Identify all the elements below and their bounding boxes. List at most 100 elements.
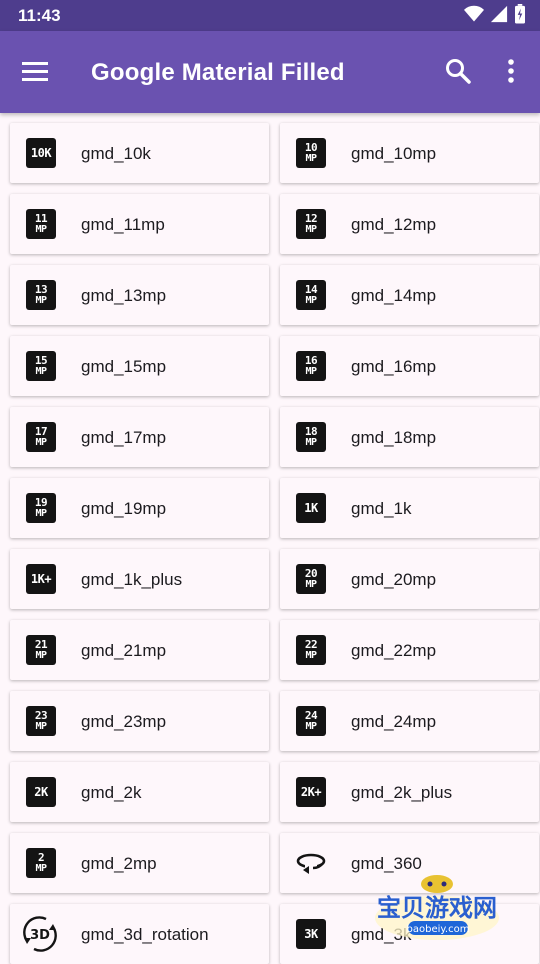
badge-bottom-text: MP [305,437,317,448]
badge-glyph: 2 MP [26,848,56,878]
badge-top-text: 1K [304,501,318,515]
10k-icon: 10K [25,137,57,169]
badge-bottom-text: MP [305,295,317,306]
icon-card-gmd-3d-rotation[interactable]: 3D gmd_3d_rotation [10,904,269,964]
badge-glyph: 3K [296,919,326,949]
wifi-icon [464,5,484,22]
badge-top-text: 2 [37,851,45,864]
icon-card-gmd-22mp[interactable]: 22 MP gmd_22mp [280,620,539,680]
icon-card-gmd-21mp[interactable]: 21 MP gmd_21mp [10,620,269,680]
icon-card-gmd-20mp[interactable]: 20 MP gmd_20mp [280,549,539,609]
badge-glyph: 16 MP [296,351,326,381]
badge-top-text: 10 [304,141,318,154]
15mp-icon: 15 MP [25,350,57,382]
badge-bottom-text: MP [305,650,317,661]
3k-icon: 3K [295,918,327,950]
menu-icon[interactable] [20,57,50,87]
icon-card-gmd-2k-plus[interactable]: 2K+ gmd_2k_plus [280,762,539,822]
icon-card-gmd-2k[interactable]: 2K gmd_2k [10,762,269,822]
icon-card-gmd-1k[interactable]: 1K gmd_1k [280,478,539,538]
badge-glyph: 2K [26,777,56,807]
icon-card-label: gmd_21mp [81,641,167,660]
12mp-icon: 12 MP [295,208,327,240]
badge-bottom-text: MP [305,366,317,377]
badge-bottom-text: MP [35,295,47,306]
icon-card-label: gmd_11mp [81,215,165,234]
icon-card-gmd-19mp[interactable]: 19 MP gmd_19mp [10,478,269,538]
icon-card-label: gmd_3d_rotation [81,925,209,944]
badge-bottom-text: MP [305,579,317,590]
search-icon[interactable] [443,56,473,86]
badge-bottom-text: MP [305,224,317,235]
10mp-icon: 10 MP [295,137,327,169]
badge-glyph: 12 MP [296,209,326,239]
2mp-icon: 2 MP [25,847,57,879]
badge-top-text: 19 [34,496,48,509]
icon-card-gmd-10mp[interactable]: 10 MP gmd_10mp [280,123,539,183]
22mp-icon: 22 MP [295,634,327,666]
badge-bottom-text: MP [35,721,47,732]
badge-bottom-text: MP [35,650,47,661]
icon-card-gmd-23mp[interactable]: 23 MP gmd_23mp [10,691,269,751]
icon-card-label: gmd_2k_plus [351,783,453,802]
badge-glyph: 1K [296,493,326,523]
badge-glyph: 23 MP [26,706,56,736]
badge-glyph: 24 MP [296,706,326,736]
icon-card-gmd-16mp[interactable]: 16 MP gmd_16mp [280,336,539,396]
1k-plus-icon: 1K+ [25,563,57,595]
icon-card-label: gmd_20mp [351,570,437,589]
2k-plus-icon: 2K+ [295,776,327,808]
badge-glyph: 10K [26,138,56,168]
badge-top-text: 17 [34,425,48,438]
icon-card-gmd-11mp[interactable]: 11 MP gmd_11mp [10,194,269,254]
badge-bottom-text: MP [305,153,317,164]
icon-card-gmd-2mp[interactable]: 2 MP gmd_2mp [10,833,269,893]
icon-card-gmd-10k[interactable]: 10K gmd_10k [10,123,269,183]
icon-card-label: gmd_22mp [351,641,437,660]
icon-card-label: gmd_17mp [81,428,167,447]
icon-card-label: gmd_2k [81,783,142,802]
13mp-icon: 13 MP [25,279,57,311]
badge-glyph: 18 MP [296,422,326,452]
icon-card-label: gmd_14mp [351,286,437,305]
icon-card-label: gmd_10mp [351,144,437,163]
badge-top-text: 21 [34,638,48,651]
icon-card-gmd-24mp[interactable]: 24 MP gmd_24mp [280,691,539,751]
badge-top-text: 13 [34,283,48,296]
icon-card-gmd-17mp[interactable]: 17 MP gmd_17mp [10,407,269,467]
icon-card-label: gmd_24mp [351,712,437,731]
icon-card-gmd-18mp[interactable]: 18 MP gmd_18mp [280,407,539,467]
24mp-icon: 24 MP [295,705,327,737]
badge-top-text: 2K+ [300,785,322,799]
19mp-icon: 19 MP [25,492,57,524]
icon-card-gmd-15mp[interactable]: 15 MP gmd_15mp [10,336,269,396]
badge-glyph: 21 MP [26,635,56,665]
20mp-icon: 20 MP [295,563,327,595]
badge-bottom-text: MP [305,721,317,732]
badge-glyph: 2K+ [296,777,326,807]
16mp-icon: 16 MP [295,350,327,382]
more-vert-icon[interactable] [498,56,524,86]
badge-top-text: 24 [304,709,318,722]
3d-text: 3D [30,928,50,943]
2k-icon: 2K [25,776,57,808]
icon-card-gmd-1k-plus[interactable]: 1K+ gmd_1k_plus [10,549,269,609]
watermark-logo: 宝贝游戏网 baobeiy.com [375,875,499,940]
icon-card-gmd-12mp[interactable]: 12 MP gmd_12mp [280,194,539,254]
watermark-text: 宝贝游戏网 [377,894,497,922]
badge-top-text: 3K [304,927,318,941]
icon-card-label: gmd_10k [81,144,151,163]
badge-glyph: 22 MP [296,635,326,665]
360-rotation-icon [295,847,327,879]
badge-glyph: 10 MP [296,138,326,168]
badge-glyph: 1K+ [26,564,56,594]
badge-bottom-text: MP [35,863,47,874]
badge-glyph: 11 MP [26,209,56,239]
badge-top-text: 15 [34,354,48,367]
icon-card-gmd-13mp[interactable]: 13 MP gmd_13mp [10,265,269,325]
icon-card-gmd-14mp[interactable]: 14 MP gmd_14mp [280,265,539,325]
11mp-icon: 11 MP [25,208,57,240]
badge-top-text: 14 [304,283,318,296]
badge-glyph: 14 MP [296,280,326,310]
app-bar: Google Material Filled [0,31,540,113]
